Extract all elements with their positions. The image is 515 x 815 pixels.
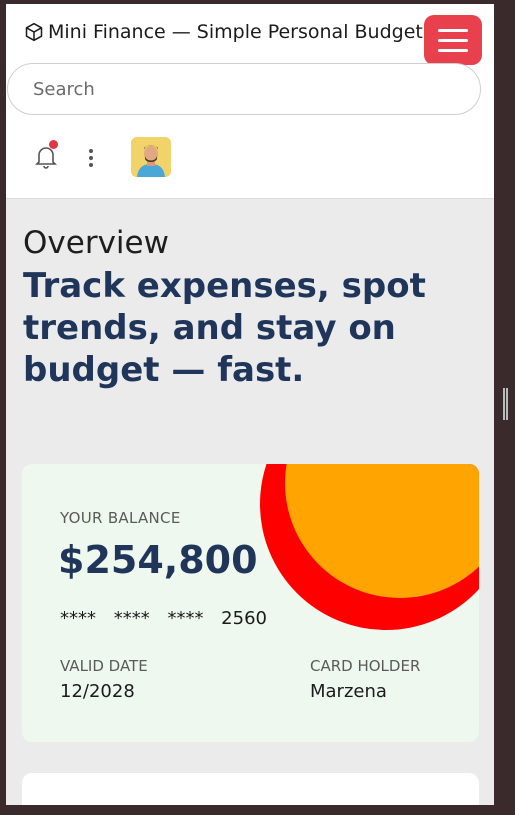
balance-card[interactable]: YOUR BALANCE $254,800 **** **** **** 256… [22,464,479,742]
card-holder-value: Marzena [310,681,387,702]
section-eyebrow: Overview [23,225,169,261]
cube-icon [25,22,43,42]
card-holder-label: CARD HOLDER [310,657,421,675]
search-input[interactable]: Search [7,63,481,115]
page-headline: Track expenses, spot trends, and stay on… [23,266,426,390]
avatar[interactable] [131,137,171,177]
app-window: Mini Finance — Simple Personal Budget Se… [6,4,494,805]
hamburger-icon [438,28,468,32]
card-number: **** **** **** 2560 [60,608,267,629]
notification-badge [49,140,58,149]
user-avatar-image [131,137,171,177]
valid-date-value: 12/2028 [60,681,135,702]
vertical-dots-icon[interactable] [88,148,94,168]
app-title: Mini Finance — Simple Personal Budget [48,21,423,43]
balance-amount: $254,800 [58,538,258,582]
valid-date-label: VALID DATE [60,657,148,675]
top-header: Mini Finance — Simple Personal Budget Se… [6,4,494,199]
balance-label: YOUR BALANCE [60,509,181,527]
next-card [22,773,479,805]
search-placeholder: Search [33,78,95,100]
menu-toggle-button[interactable] [424,15,482,65]
resize-handle[interactable] [503,388,508,420]
